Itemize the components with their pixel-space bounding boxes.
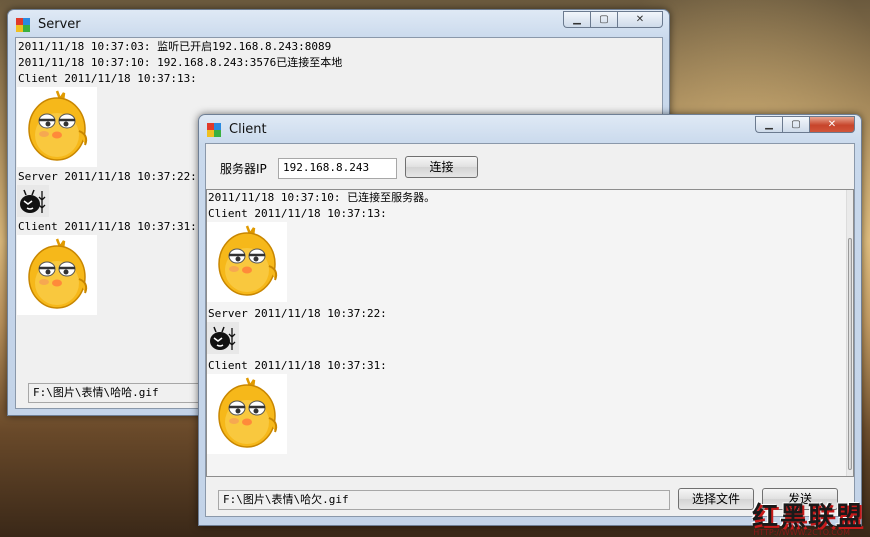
- watermark-url: HTTP://WWW.2CTO.COM: [753, 528, 850, 537]
- maximize-button[interactable]: ▢: [590, 11, 617, 28]
- client-client-area: 服务器IP 192.168.8.243 连接 2011/11/18 10:37:…: [205, 143, 855, 517]
- server-ip-label: 服务器IP: [220, 162, 267, 176]
- window-title: Server: [38, 17, 81, 32]
- server-ip-input[interactable]: 192.168.8.243: [278, 158, 397, 179]
- app-icon: [16, 18, 30, 32]
- window-controls: ▁ ▢ ✕: [563, 11, 663, 28]
- choose-file-button[interactable]: 选择文件: [678, 488, 754, 510]
- log-line: 2011/11/18 10:37:03: 监听已开启192.168.8.243:…: [18, 40, 332, 53]
- scrollbar-thumb[interactable]: [848, 238, 852, 470]
- bug-emoticon-image: [207, 322, 239, 354]
- minimize-icon: ▁: [765, 119, 773, 130]
- close-button[interactable]: ✕: [809, 116, 855, 133]
- minimize-button[interactable]: ▁: [755, 116, 782, 133]
- chick-emoticon-image: [17, 235, 97, 315]
- minimize-button[interactable]: ▁: [563, 11, 590, 28]
- maximize-button[interactable]: ▢: [782, 116, 809, 133]
- log-line: Client 2011/11/18 10:37:13:: [208, 207, 387, 220]
- close-icon: ✕: [635, 14, 645, 25]
- log-line: Client 2011/11/18 10:37:13:: [18, 72, 197, 85]
- chick-emoticon-image: [207, 222, 287, 302]
- chick-emoticon-image: [17, 87, 97, 167]
- log-line: 2011/11/18 10:37:10: 192.168.8.243:3576已…: [18, 56, 343, 69]
- window-title: Client: [229, 122, 267, 137]
- maximize-icon: ▢: [791, 119, 801, 130]
- close-icon: ✕: [827, 119, 837, 130]
- minimize-icon: ▁: [573, 14, 581, 25]
- bug-emoticon-image: [17, 185, 49, 217]
- connect-button[interactable]: 连接: [405, 156, 478, 178]
- log-line: 2011/11/18 10:37:10: 已连接至服务器。: [208, 191, 436, 204]
- client-file-path-field[interactable]: F:\图片\表情\哈欠.gif: [218, 490, 670, 510]
- log-line: Server 2011/11/18 10:37:22:: [208, 307, 387, 320]
- client-window: Client ▁ ▢ ✕ 服务器IP 192.168.8.243 连接 2011…: [198, 114, 862, 526]
- client-log[interactable]: 2011/11/18 10:37:10: 已连接至服务器。 Client 201…: [206, 189, 854, 477]
- chick-emoticon-image: [207, 374, 287, 454]
- log-line: Client 2011/11/18 10:37:31:: [208, 359, 387, 372]
- window-controls: ▁ ▢ ✕: [755, 116, 855, 133]
- server-file-path-field[interactable]: F:\图片\表情\哈哈.gif: [28, 383, 213, 403]
- app-icon: [207, 123, 221, 137]
- maximize-icon: ▢: [599, 14, 609, 25]
- close-button[interactable]: ✕: [617, 11, 663, 28]
- log-scrollbar[interactable]: [846, 190, 853, 476]
